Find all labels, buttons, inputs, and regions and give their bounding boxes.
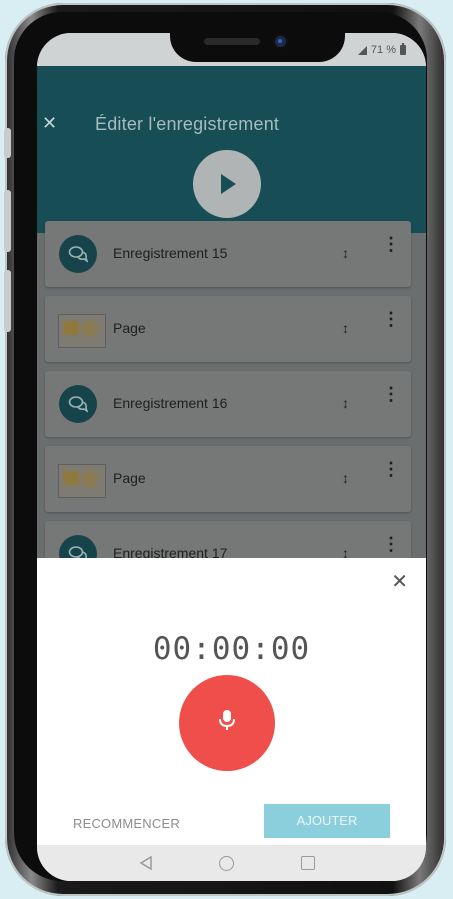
drag-handle-icon[interactable]: ↕ <box>342 395 349 411</box>
battery-icon <box>400 43 406 55</box>
list-item[interactable]: Enregistrement 15 ↕ ⋮ <box>45 221 411 287</box>
signal-icon <box>357 45 367 55</box>
drag-handle-icon[interactable]: ↕ <box>342 320 349 336</box>
timer-display: 00:00:00 <box>152 631 311 667</box>
drag-handle-icon[interactable]: ↕ <box>342 470 349 486</box>
close-icon[interactable]: ✕ <box>42 114 57 132</box>
more-options-icon[interactable]: ⋮ <box>382 385 400 403</box>
more-options-icon[interactable]: ⋮ <box>382 310 400 328</box>
back-icon[interactable] <box>139 855 153 871</box>
list-item-label: Enregistrement 15 <box>113 245 228 261</box>
front-camera <box>275 36 286 47</box>
list-item[interactable]: Enregistrement 16 ↕ ⋮ <box>45 371 411 437</box>
add-button[interactable]: AJOUTER <box>264 804 390 838</box>
app-header: ✕ Éditer l'enregistrement <box>37 66 426 233</box>
speech-bubbles-icon <box>59 235 97 273</box>
mute-switch <box>4 128 11 158</box>
play-icon <box>221 174 236 194</box>
more-options-icon[interactable]: ⋮ <box>382 235 400 253</box>
speaker <box>204 38 260 45</box>
volume-down-button <box>4 270 11 332</box>
play-button[interactable] <box>193 150 261 218</box>
volume-up-button <box>4 190 11 252</box>
drag-handle-icon[interactable]: ↕ <box>342 245 349 261</box>
recording-list: Enregistrement 15 ↕ ⋮ Page ↕ ⋮ Enregistr… <box>37 221 426 587</box>
list-item-label: Page <box>113 320 146 336</box>
android-nav-bar <box>37 845 426 881</box>
page-thumbnail-icon <box>58 314 106 348</box>
list-item-label: Page <box>113 470 146 486</box>
speech-bubbles-icon <box>59 385 97 423</box>
battery-level: 71 % <box>370 44 396 56</box>
list-item[interactable]: Page ↕ ⋮ <box>45 446 411 512</box>
screen: 71 % ✕ Éditer l'enregistrement Enregistr… <box>37 33 426 881</box>
restart-button[interactable]: RECOMMENCER <box>73 816 180 831</box>
home-icon[interactable] <box>219 856 234 871</box>
record-sheet: ✕ 00:00:00 RECOMMENCER AJOUTER <box>37 558 426 845</box>
record-button[interactable] <box>179 675 275 771</box>
microphone-icon <box>219 710 235 730</box>
page-thumbnail-icon <box>58 464 106 498</box>
page-title: Éditer l'enregistrement <box>95 114 280 134</box>
more-options-icon[interactable]: ⋮ <box>382 535 400 553</box>
recent-apps-icon[interactable] <box>301 856 315 870</box>
list-item[interactable]: Page ↕ ⋮ <box>45 296 411 362</box>
list-item-label: Enregistrement 16 <box>113 395 228 411</box>
more-options-icon[interactable]: ⋮ <box>382 460 400 478</box>
close-icon[interactable]: ✕ <box>391 572 408 592</box>
